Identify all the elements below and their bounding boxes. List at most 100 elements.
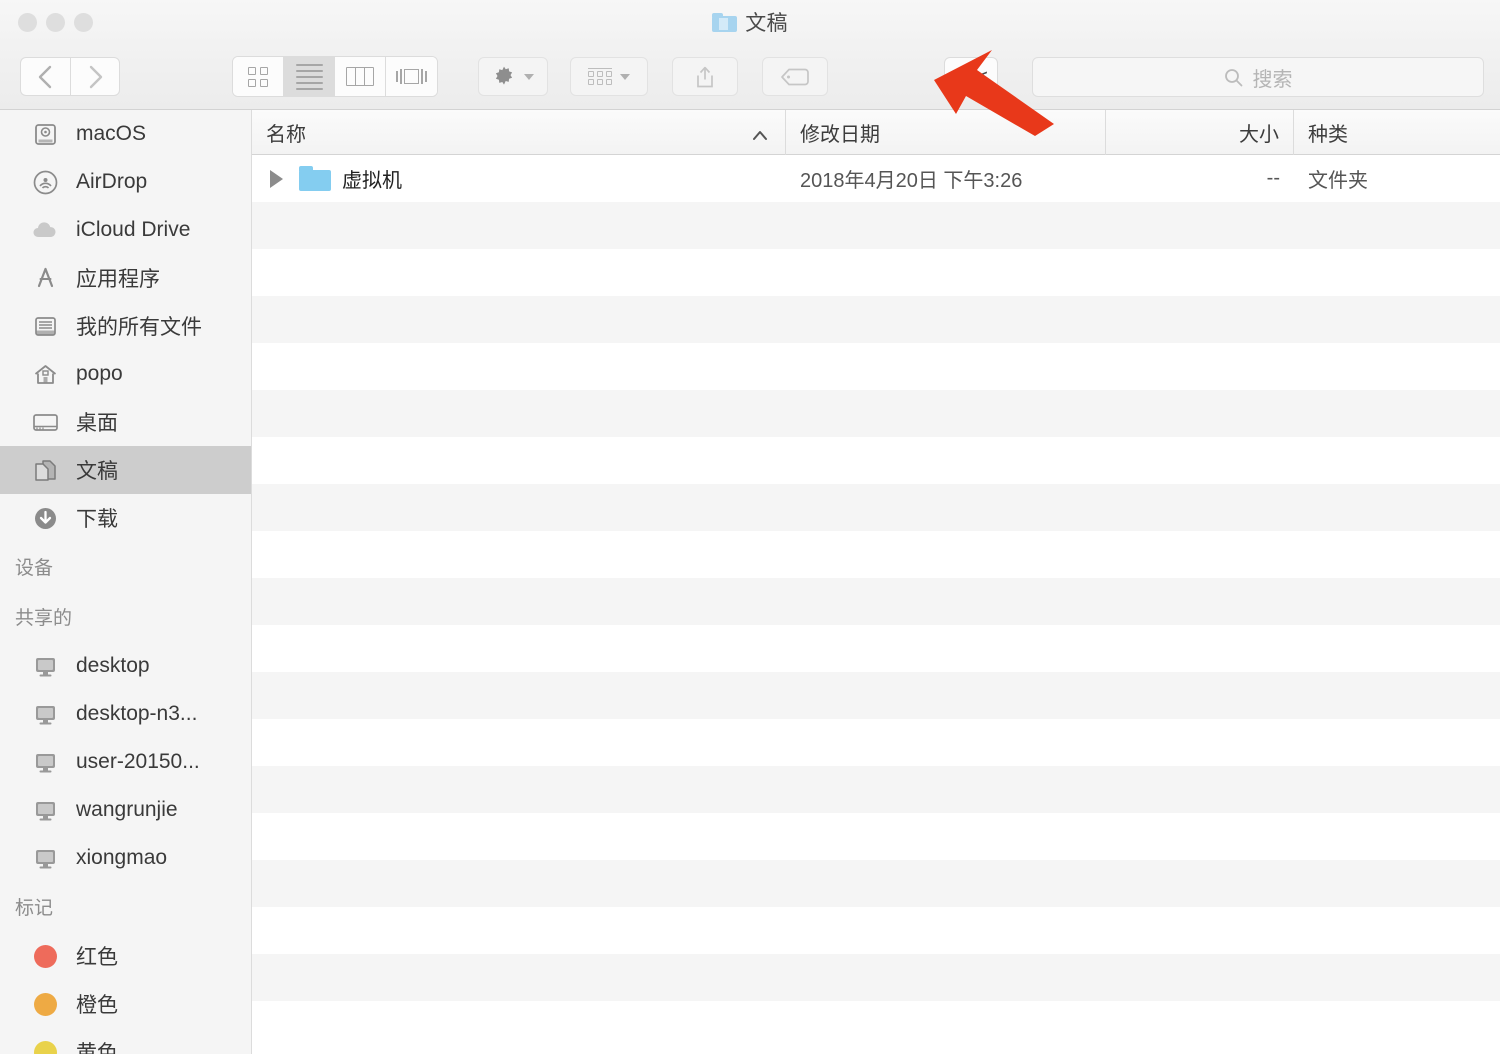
coverflow-icon	[396, 69, 427, 84]
sidebar-item-tag-red[interactable]: 红色	[0, 932, 251, 980]
sidebar-item-tag-yellow[interactable]: 黄色	[0, 1028, 251, 1054]
window-title: 文稿	[0, 7, 1500, 37]
sidebar-item-macos[interactable]: macOS	[0, 110, 251, 158]
view-mode-segmented-control	[232, 56, 438, 97]
computer-icon	[30, 699, 60, 729]
sidebar-item-desktop[interactable]: 桌面	[0, 398, 251, 446]
action-menu-button[interactable]	[478, 57, 548, 96]
row-cell-date: 2018年4月20日 下午3:26	[800, 170, 1023, 192]
search-input[interactable]: 搜索	[1253, 63, 1293, 92]
sidebar-item-airdrop[interactable]: AirDrop	[0, 158, 251, 206]
sidebar-item-label: iCloud Drive	[76, 218, 191, 241]
sidebar: macOS AirDrop iCloud Drive 应用程序 我的所有文件 p…	[0, 110, 252, 1054]
column-header-label: 修改日期	[800, 123, 880, 146]
sidebar-item-user-20150[interactable]: user-20150...	[0, 738, 251, 786]
disclosure-triangle-icon[interactable]	[270, 169, 283, 188]
folder-icon	[299, 166, 331, 191]
sidebar-item-label: 红色	[76, 946, 118, 969]
computer-icon	[30, 651, 60, 681]
sidebar-item-icloud-drive[interactable]: iCloud Drive	[0, 206, 251, 254]
coverflow-view-button[interactable]	[386, 57, 437, 96]
finder-window: 文稿 >_< 搜索 macOS AirDrop iCloud Drive 应用程…	[0, 0, 1500, 1054]
downloads-icon	[30, 503, 60, 533]
cloud-icon	[30, 215, 60, 245]
sidebar-item-desktop-shared[interactable]: desktop	[0, 642, 251, 690]
sidebar-item-documents[interactable]: 文稿	[0, 446, 251, 494]
forward-button[interactable]	[70, 57, 120, 96]
sidebar-item-downloads[interactable]: 下载	[0, 494, 251, 542]
computer-icon	[30, 843, 60, 873]
tag-button[interactable]	[762, 57, 828, 96]
home-icon	[30, 359, 60, 389]
table-row[interactable]	[252, 390, 1500, 437]
list-view-button[interactable]	[284, 57, 335, 96]
table-row[interactable]	[252, 860, 1500, 907]
sidebar-item-label: 橙色	[76, 994, 118, 1017]
window-body: macOS AirDrop iCloud Drive 应用程序 我的所有文件 p…	[0, 110, 1500, 1054]
sidebar-item-label: 我的所有文件	[76, 316, 202, 339]
table-row[interactable]	[252, 1001, 1500, 1048]
table-row[interactable]	[252, 813, 1500, 860]
column-headers: 名称 修改日期 大小 种类	[252, 110, 1500, 155]
table-row[interactable]	[252, 343, 1500, 390]
share-button[interactable]	[672, 57, 738, 96]
table-row[interactable]	[252, 578, 1500, 625]
page-title: 文稿	[745, 12, 788, 35]
back-button[interactable]	[20, 57, 70, 96]
sidebar-section-devices: 设备	[15, 558, 54, 579]
table-row[interactable]	[252, 954, 1500, 1001]
table-row[interactable]	[252, 484, 1500, 531]
sidebar-item-label: desktop	[76, 654, 150, 677]
table-row[interactable]	[252, 531, 1500, 578]
sidebar-item-label: 应用程序	[76, 268, 160, 291]
folder-icon	[712, 12, 738, 32]
title-bar: 文稿	[0, 0, 1500, 44]
columns-icon	[346, 67, 374, 86]
column-header-label: 大小	[1239, 123, 1279, 146]
table-row[interactable]	[252, 437, 1500, 484]
column-header-size[interactable]: 大小	[1106, 110, 1294, 155]
applications-icon	[30, 263, 60, 293]
sidebar-item-label: AirDrop	[76, 170, 148, 193]
table-row[interactable]	[252, 672, 1500, 719]
sidebar-item-wangrunjie[interactable]: wangrunjie	[0, 786, 251, 834]
table-row[interactable]	[252, 296, 1500, 343]
computer-icon	[30, 795, 60, 825]
tag-dot-icon	[30, 941, 60, 971]
sidebar-item-tag-orange[interactable]: 橙色	[0, 980, 251, 1028]
open-terminal-button[interactable]: >_<	[944, 57, 998, 96]
column-view-button[interactable]	[335, 57, 386, 96]
table-row[interactable]	[252, 719, 1500, 766]
column-header-label: 种类	[1308, 123, 1348, 146]
search-icon	[1224, 68, 1242, 86]
desktop-icon	[30, 407, 60, 437]
toolbar: >_< 搜索	[0, 44, 1500, 110]
icon-view-button[interactable]	[233, 57, 284, 96]
row-cell-name: 虚拟机	[252, 155, 786, 202]
sidebar-item-label: macOS	[76, 122, 147, 145]
table-row[interactable]: 虚拟机 2018年4月20日 下午3:26 -- 文件夹	[252, 155, 1500, 202]
airdrop-icon	[30, 167, 60, 197]
hard-drive-icon	[30, 119, 60, 149]
sidebar-item-label: 下载	[76, 508, 118, 531]
column-header-date[interactable]: 修改日期	[786, 110, 1106, 155]
sidebar-item-popo[interactable]: popo	[0, 350, 251, 398]
table-row[interactable]	[252, 907, 1500, 954]
sidebar-item-label: 桌面	[76, 412, 118, 435]
table-row[interactable]	[252, 202, 1500, 249]
sidebar-item-desktop-n3[interactable]: desktop-n3...	[0, 690, 251, 738]
table-row[interactable]	[252, 766, 1500, 813]
list-icon	[295, 63, 323, 90]
sidebar-item-label: desktop-n3...	[76, 702, 198, 725]
column-header-kind[interactable]: 种类	[1294, 110, 1500, 155]
search-field[interactable]: 搜索	[1032, 57, 1484, 97]
sidebar-item-xiongmao[interactable]: xiongmao	[0, 834, 251, 882]
arrange-menu-button[interactable]	[570, 57, 648, 96]
sidebar-item-label: wangrunjie	[76, 798, 178, 821]
file-rows: 虚拟机 2018年4月20日 下午3:26 -- 文件夹	[252, 155, 1500, 1054]
table-row[interactable]	[252, 625, 1500, 672]
sidebar-item-all-my-files[interactable]: 我的所有文件	[0, 302, 251, 350]
column-header-name[interactable]: 名称	[252, 110, 786, 155]
sidebar-item-applications[interactable]: 应用程序	[0, 254, 251, 302]
table-row[interactable]	[252, 249, 1500, 296]
